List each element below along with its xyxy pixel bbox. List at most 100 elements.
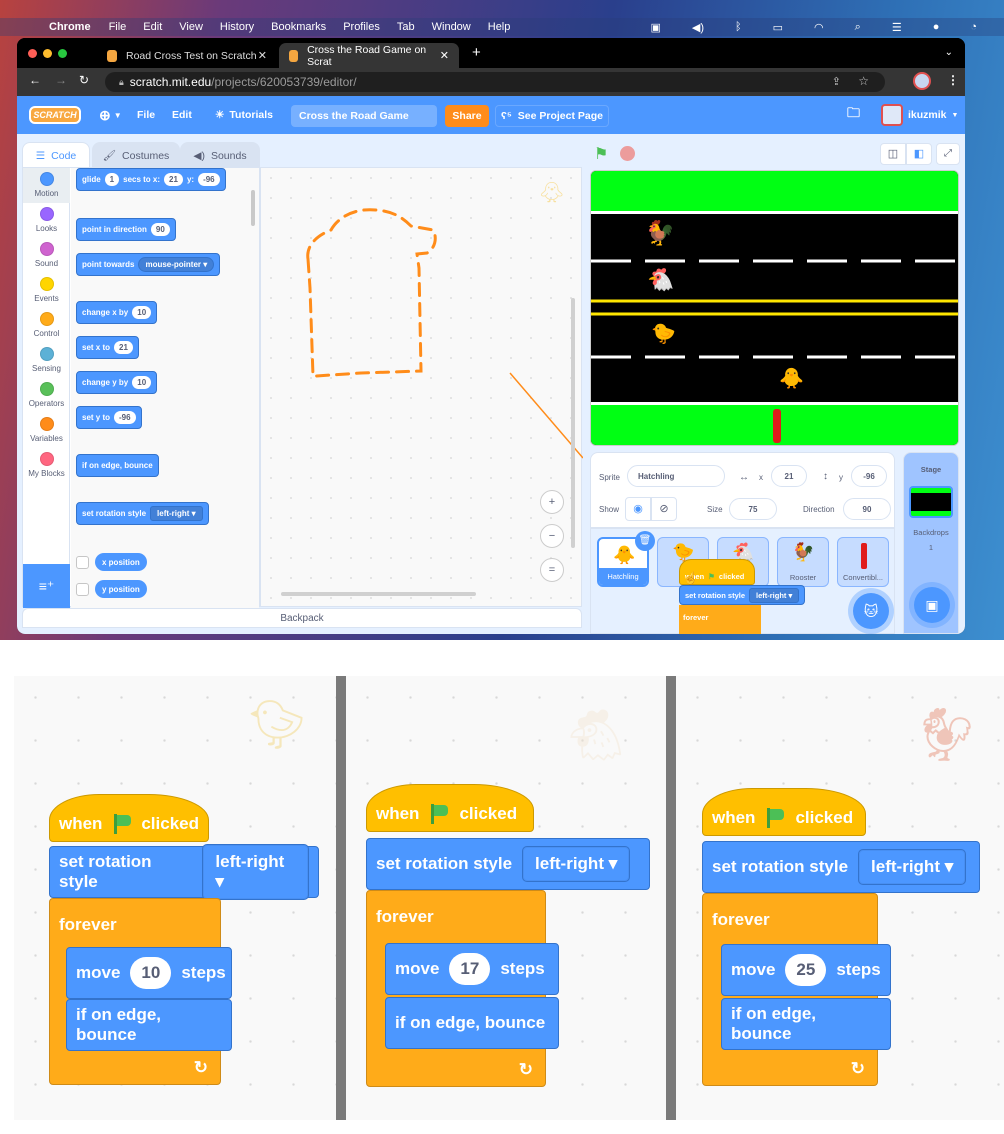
x-input[interactable]: 21 (771, 465, 807, 487)
browser-tab[interactable]: Road Cross Test on Scratch ✕ (97, 43, 277, 68)
show-hidden-button[interactable]: ⊘ (651, 497, 677, 521)
menu-bookmarks[interactable]: Bookmarks (271, 21, 326, 33)
rotation-style-dropdown[interactable]: left-right ▾ (150, 506, 203, 521)
rotation-style-dropdown[interactable]: left-right ▾ (522, 846, 631, 882)
project-title-input[interactable]: Cross the Road Game (291, 105, 437, 127)
zoom-reset-button[interactable]: = (540, 558, 564, 582)
tab-costumes[interactable]: 🖌︎ Costumes (92, 142, 180, 168)
set-x-input[interactable]: 21 (114, 341, 133, 354)
steps-input[interactable]: 10 (130, 957, 172, 989)
forever-block[interactable]: forever move 10 steps if on edge, bounce ↻ (49, 898, 232, 1085)
sprite-tile-hatchling[interactable]: 🐥 Hatchling 🗑︎ (597, 531, 655, 587)
category-motion[interactable]: Motion (23, 168, 70, 203)
language-menu[interactable]: ⊕ ▼ (99, 96, 122, 134)
move-steps-block[interactable]: move 10 steps (66, 947, 232, 999)
choose-backdrop-button[interactable]: ▣ (914, 587, 950, 623)
x-position-checkbox[interactable] (76, 556, 89, 569)
zoom-in-button[interactable]: + (540, 490, 564, 514)
block-point-in-direction[interactable]: point in direction 90 (76, 218, 176, 241)
change-x-input[interactable]: 10 (132, 306, 152, 319)
spotlight-icon[interactable]: ⌕ (855, 21, 861, 34)
scratch-logo[interactable]: SCRATCH (29, 106, 81, 124)
menu-view[interactable]: View (179, 21, 203, 33)
green-flag-icon[interactable]: ⚑ (594, 144, 608, 164)
block-set-rotation-style[interactable]: set rotation style left-right ▾ (76, 502, 209, 525)
clock-icon[interactable]: ◔ (970, 21, 977, 33)
wifi-icon[interactable]: ◠ (814, 21, 824, 34)
normal-stage-button[interactable]: ◧ (906, 143, 932, 165)
rotation-style-dropdown[interactable]: left-right ▾ (858, 849, 967, 885)
tab-sounds[interactable]: ◀) Sounds (180, 142, 260, 168)
move-steps-block[interactable]: move 25 steps (721, 944, 891, 996)
if-on-edge-bounce-block[interactable]: if on edge, bounce (385, 997, 559, 1049)
chick-sprite[interactable]: 🐤 (651, 321, 676, 346)
when-flag-clicked-block[interactable]: when clicked (702, 788, 866, 836)
block-glide[interactable]: glide 1 secs to x: 21 y: -96 (76, 168, 226, 191)
hatchling-sprite[interactable]: 🐥 (779, 366, 804, 391)
close-tab-icon[interactable]: ✕ (440, 49, 449, 62)
url-field[interactable]: 🔒︎ scratch.mit.edu/projects/620053739/ed… (105, 72, 885, 92)
stop-sign-icon[interactable] (620, 146, 635, 161)
menu-edit[interactable]: Edit (143, 21, 162, 33)
point-towards-dropdown[interactable]: mouse-pointer ▾ (138, 257, 215, 272)
battery-icon[interactable]: ▭ (773, 21, 783, 34)
sprite-tile-rooster[interactable]: 🐓 Rooster (777, 537, 829, 587)
category-events[interactable]: Events (23, 273, 70, 308)
forward-icon[interactable]: → (55, 73, 67, 87)
category-sound[interactable]: Sound (23, 238, 70, 273)
bookmark-star-icon[interactable]: ☆ (858, 74, 869, 88)
glide-y-input[interactable]: -96 (198, 173, 220, 186)
glide-secs-input[interactable]: 1 (104, 173, 120, 186)
reload-icon[interactable]: ↻ (79, 73, 89, 87)
add-extension-button[interactable]: ≡⁺ (23, 564, 70, 608)
when-flag-clicked-block[interactable]: when clicked (49, 794, 209, 842)
move-steps-block[interactable]: move 17 steps (385, 943, 559, 995)
forever-block[interactable]: forever move 17 steps if on edge, bounce ↻ (366, 890, 559, 1087)
y-position-checkbox[interactable] (76, 583, 89, 596)
size-input[interactable]: 75 (729, 498, 777, 520)
my-stuff-folder-icon[interactable]: 🗀︎ (847, 96, 860, 134)
tab-code[interactable]: ☰ Code (22, 142, 90, 168)
set-rotation-style-block[interactable]: set rotation style left-right ▾ (49, 844, 319, 900)
menu-help[interactable]: Help (488, 21, 511, 33)
block-point-towards[interactable]: point towards mouse-pointer ▾ (76, 253, 221, 276)
if-on-edge-bounce-block[interactable]: if on edge, bounce (66, 999, 232, 1051)
share-page-icon[interactable]: ⇪ (832, 75, 841, 88)
menu-file[interactable]: File (109, 21, 127, 33)
file-menu[interactable]: File (137, 96, 155, 134)
edit-menu[interactable]: Edit (172, 96, 192, 134)
menu-history[interactable]: History (220, 21, 254, 33)
stage-canvas[interactable]: 🐓 🐔 🐤 🐥 (590, 170, 959, 446)
if-on-edge-bounce-block[interactable]: if on edge, bounce (721, 998, 891, 1050)
profile-avatar[interactable] (913, 72, 931, 90)
set-rotation-style-block[interactable]: set rotation style left-right ▾ (366, 838, 650, 890)
minimize-window-button[interactable] (43, 49, 52, 58)
category-looks[interactable]: Looks (23, 203, 70, 238)
dragged-script[interactable]: when ⚑ clicked set rotation style left-righ… (679, 559, 806, 634)
category-operators[interactable]: Operators (23, 378, 70, 413)
account-menu[interactable]: ikuzmik ▼ (881, 96, 958, 134)
back-icon[interactable]: ← (29, 73, 41, 87)
rooster-sprite[interactable]: 🐓 (645, 219, 675, 248)
block-set-x[interactable]: set x to 21 (76, 336, 139, 359)
steps-input[interactable]: 17 (449, 953, 491, 985)
share-button[interactable]: Share (445, 105, 489, 127)
category-variables[interactable]: Variables (23, 413, 70, 448)
app-menu[interactable]: Chrome (49, 21, 91, 33)
set-y-input[interactable]: -96 (114, 411, 136, 424)
show-visible-button[interactable]: ◉ (625, 497, 651, 521)
direction-input[interactable]: 90 (150, 223, 170, 236)
control-center-icon[interactable]: ☰ (892, 21, 902, 34)
chrome-menu-icon[interactable]: ⋮ (947, 73, 959, 87)
change-y-input[interactable]: 10 (132, 376, 152, 389)
workspace-horizontal-scrollbar[interactable] (281, 592, 476, 596)
tutorials-button[interactable]: ☀ Tutorials (215, 96, 273, 134)
block-change-y[interactable]: change y by 10 (76, 371, 158, 394)
see-project-page-button[interactable]: ʕ⁵ See Project Page (495, 105, 609, 127)
set-rotation-style-block[interactable]: set rotation style left-right ▾ (702, 841, 980, 893)
close-window-button[interactable] (28, 49, 37, 58)
browser-tab-active[interactable]: Cross the Road Game on Scrat ✕ (279, 43, 459, 68)
convertible-sprite[interactable] (773, 409, 781, 443)
reporter-x-position[interactable]: x position (95, 553, 147, 571)
forever-block[interactable]: forever move 25 steps if on edge, bounce ↻ (702, 893, 891, 1086)
